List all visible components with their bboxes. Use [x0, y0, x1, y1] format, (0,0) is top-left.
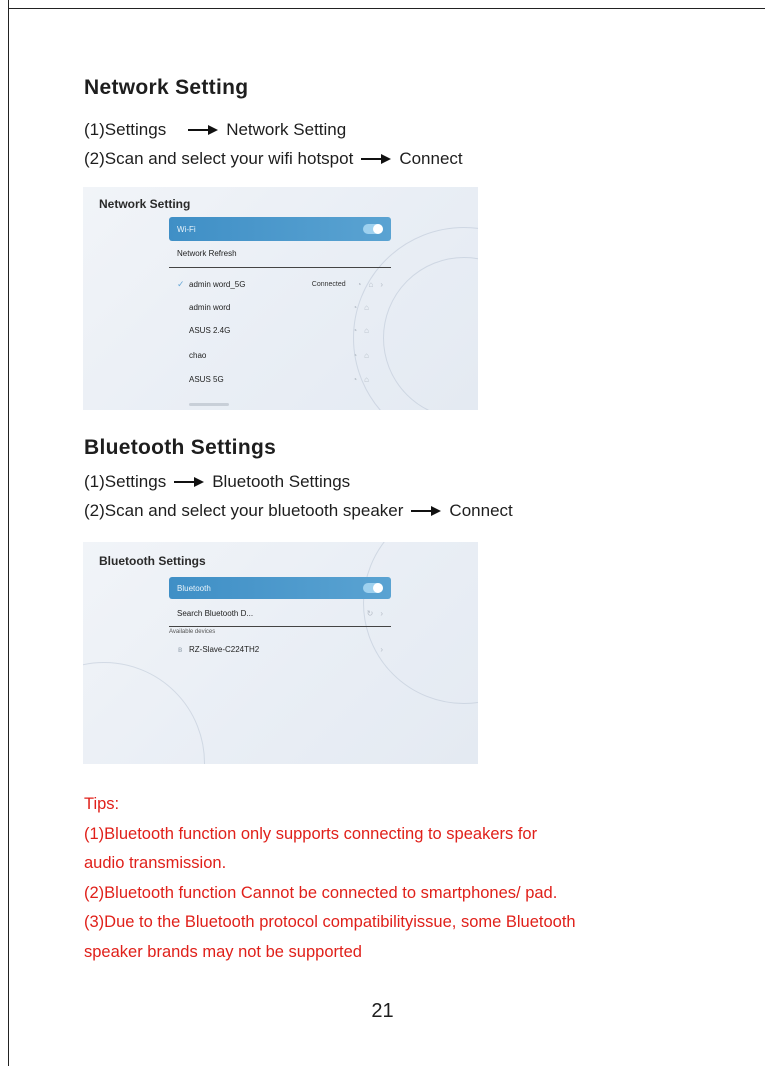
tip-line: audio transmission.	[84, 854, 227, 872]
wifi-label: Wi-Fi	[177, 224, 196, 234]
available-devices-label: Available devices	[169, 629, 216, 635]
network-screen-title: Network Setting	[99, 197, 191, 211]
page-number: 21	[371, 1000, 394, 1022]
arrow-right-icon	[174, 477, 205, 487]
tip-line: (2)Bluetooth function Cannot be connecte…	[84, 883, 558, 902]
tips-title: Tips:	[84, 795, 120, 813]
network-step-1-target: Network Setting	[226, 120, 347, 139]
arrow-right-icon	[188, 125, 219, 135]
network-step-2-text: (2)Scan and select your wifi hotspot	[84, 149, 354, 168]
tips-block: Tips: (1)Bluetooth function only support…	[84, 790, 576, 967]
bluetooth-label: Bluetooth	[177, 583, 211, 593]
bluetooth-step-2-target: Connect	[449, 501, 513, 520]
divider	[169, 267, 391, 268]
lock-icon: ⌂	[364, 350, 369, 360]
bluetooth-switch[interactable]	[363, 583, 383, 593]
wifi-network-meta: Connected ◔ ⌂ ›	[312, 280, 383, 289]
bluetooth-device-item[interactable]: ʙ RZ-Slave-C224TH2 ›	[169, 639, 391, 659]
wifi-network-item[interactable]: ASUS 5G ◔ ⌂	[169, 369, 391, 389]
wifi-network-meta: ◔ ⌂	[352, 326, 369, 335]
tip-line: speaker brands may not be supported	[84, 942, 362, 961]
page-border-top	[8, 8, 765, 9]
lock-icon: ⌂	[364, 302, 369, 312]
wifi-network-name: chao	[189, 350, 207, 360]
network-refresh-row[interactable]: Network Refresh	[169, 243, 391, 263]
background-decoration	[363, 542, 478, 704]
network-step-2: (2)Scan and select your wifi hotspot Con…	[84, 149, 463, 169]
tip-line: (1)Bluetooth function only supports conn…	[84, 824, 538, 843]
wifi-network-meta: ◔ ⌂	[352, 375, 369, 384]
wifi-signal-icon: ◔	[352, 374, 358, 384]
chevron-right-icon: ›	[380, 279, 383, 289]
wifi-network-name: admin word_5G	[189, 279, 246, 289]
refresh-icon: ↻	[366, 608, 374, 618]
bluetooth-step-2: (2)Scan and select your bluetooth speake…	[84, 501, 513, 521]
bluetooth-screen-title: Bluetooth Settings	[99, 554, 206, 568]
divider	[169, 626, 391, 627]
arrow-right-icon	[361, 154, 392, 164]
lock-icon: ⌂	[364, 374, 369, 384]
wifi-signal-icon: ◔	[352, 325, 358, 335]
search-bluetooth-label: Search Bluetooth D...	[177, 608, 254, 618]
bluetooth-toggle-row[interactable]: Bluetooth	[169, 577, 391, 599]
search-meta: ↻ ›	[367, 609, 383, 618]
wifi-toggle-row[interactable]: Wi-Fi	[169, 217, 391, 241]
wifi-network-name: admin word	[189, 302, 231, 312]
tip-line: (3)Due to the Bluetooth protocol compati…	[84, 913, 576, 931]
wifi-network-item[interactable]: admin word ◔ ⌂	[169, 297, 391, 317]
device-meta: ›	[380, 645, 383, 654]
network-refresh-label: Network Refresh	[177, 248, 237, 258]
bluetooth-step-2-text: (2)Scan and select your bluetooth speake…	[84, 501, 404, 520]
bluetooth-step-1-target: Bluetooth Settings	[212, 472, 351, 491]
lock-icon: ⌂	[368, 279, 374, 289]
wifi-network-name: ASUS 5G	[189, 374, 224, 384]
bluetooth-icon: ʙ	[178, 644, 183, 654]
wifi-signal-icon: ◔	[352, 350, 358, 360]
wifi-network-item[interactable]: chao ◔ ⌂	[169, 345, 391, 365]
bluetooth-settings-screenshot: Bluetooth Settings Bluetooth Search Blue…	[83, 542, 478, 764]
cut-off-list-item	[189, 403, 229, 406]
background-decoration	[83, 662, 205, 764]
bluetooth-step-1: (1)Settings Bluetooth Settings	[84, 472, 350, 492]
wifi-switch[interactable]	[363, 224, 383, 234]
wifi-signal-icon: ◔	[352, 302, 358, 312]
bluetooth-heading: Bluetooth Settings	[84, 436, 277, 459]
bluetooth-device-name: RZ-Slave-C224TH2	[189, 644, 260, 654]
wifi-network-name: ASUS 2.4G	[189, 325, 231, 335]
wifi-network-meta: ◔ ⌂	[352, 303, 369, 312]
network-step-2-target: Connect	[399, 149, 463, 168]
bluetooth-step-1-text: (1)Settings	[84, 472, 167, 491]
network-setting-screenshot: Network Setting Wi-Fi Network Refresh ✓ …	[83, 187, 478, 410]
wifi-signal-icon: ◔	[356, 279, 362, 289]
wifi-network-meta: ◔ ⌂	[352, 351, 369, 360]
network-step-1: (1)Settings Network Setting	[84, 120, 346, 140]
chevron-right-icon: ›	[380, 644, 383, 654]
check-icon: ✓	[177, 278, 185, 289]
arrow-right-icon	[411, 506, 442, 516]
connection-status: Connected	[311, 280, 346, 288]
network-heading: Network Setting	[84, 76, 249, 99]
wifi-network-item[interactable]: ✓ admin word_5G Connected ◔ ⌂ ›	[169, 274, 391, 294]
lock-icon: ⌂	[364, 325, 369, 335]
search-bluetooth-row[interactable]: Search Bluetooth D... ↻ ›	[169, 603, 391, 623]
chevron-right-icon: ›	[380, 608, 383, 618]
wifi-network-item[interactable]: ASUS 2.4G ◔ ⌂	[169, 320, 391, 340]
network-step-1-text: (1)Settings	[84, 120, 167, 139]
page-border-left	[8, 0, 9, 1066]
